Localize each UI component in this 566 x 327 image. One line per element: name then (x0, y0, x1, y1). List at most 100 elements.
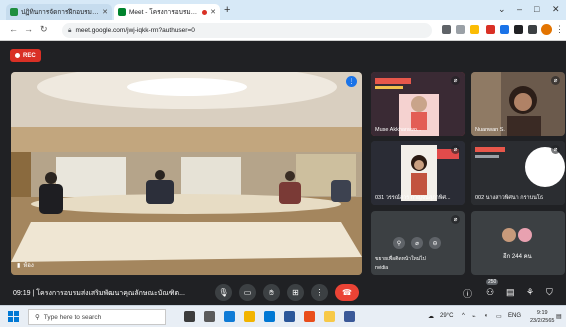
host-controls-icon[interactable]: ⛉ (546, 287, 553, 298)
extensions-puzzle-icon[interactable] (514, 25, 523, 34)
side-panel-icon[interactable] (528, 25, 537, 34)
participant-tile[interactable]: ⌀ Muse Akkharawo... (371, 72, 465, 136)
info-icon[interactable]: ⓘ (463, 287, 472, 300)
task-view-icon[interactable] (184, 311, 195, 322)
activities-icon[interactable]: ⚘ (526, 287, 534, 298)
pin-icon[interactable]: ⚲ (393, 237, 405, 249)
chat-icon[interactable]: ▤ (506, 287, 515, 298)
minimize-button[interactable]: – (517, 4, 522, 14)
remove-icon[interactable]: ⊖ (429, 237, 441, 249)
participant-tile[interactable]: ⌀ 031 วรรณ์สาร กาญจนสุภาพิศ... (371, 141, 465, 205)
others-tile[interactable]: อีก 244 คน (471, 211, 565, 275)
present-icon[interactable]: ⊞ (287, 284, 304, 301)
participant-name: 002 นางสาวพิศนา กราบนโธ (475, 195, 544, 201)
close-window-button[interactable]: ✕ (552, 4, 560, 15)
muted-mic-icon: ⌀ (451, 145, 460, 154)
battery-icon[interactable]: ▭ (496, 313, 502, 320)
mail-icon[interactable] (264, 311, 275, 322)
more-vert-icon[interactable]: ⋮ (346, 76, 357, 87)
record-icon (15, 53, 20, 58)
tile-controls: ⚲ ⌀ ⊖ (393, 237, 441, 249)
muted-mic-icon: ⌀ (451, 215, 460, 224)
camera-permission-icon[interactable] (442, 25, 451, 34)
meeting-time: 09:19 (13, 290, 31, 297)
word-icon[interactable] (284, 311, 295, 322)
app-icon[interactable] (344, 311, 355, 322)
pin-icon: ▮ (17, 262, 21, 269)
muted-mic-icon: ⌀ (551, 76, 560, 85)
participant-tile[interactable]: ⌀ 002 นางสาวพิศนา กราบนโธ (471, 141, 565, 205)
muted-mic-icon: ⌀ (451, 76, 460, 85)
mute-icon[interactable]: ⌀ (411, 237, 423, 249)
participant-name: Nuanwan S. (475, 127, 505, 133)
participant-tile[interactable]: ⌀ Nuanwan S. (471, 72, 565, 136)
edge-icon[interactable] (224, 311, 235, 322)
meet-stage: REC ⋮ ▮ ห้อง ⌀ Muse Akkharawo... ⌀ Nuanw… (0, 41, 566, 305)
notification-icon[interactable]: ▤ (556, 313, 562, 320)
meeting-title: โครงการอบรมส่งเสริมพัฒนาคุณลักษณะบัณฑิต.… (36, 290, 185, 297)
close-tab-icon[interactable]: ✕ (210, 8, 216, 16)
forward-button[interactable]: → (24, 24, 33, 34)
tab-title: ปฏิทินการจัดการฝึกอบรมครู (21, 9, 100, 16)
tile-caption: ขยายเพื่อติดหน้าใหม่ไป (375, 256, 426, 262)
back-button[interactable]: ← (9, 24, 18, 34)
people-count-badge: 250 (486, 279, 499, 285)
tab-title: Meet - โครงการอบรมส่งเสริมพั (129, 9, 199, 16)
browser-menu-icon[interactable]: ⋮ (555, 24, 564, 35)
share-icon[interactable] (456, 25, 465, 34)
people-icon[interactable]: ⚇ (486, 287, 494, 298)
more-icon[interactable]: ⋮ (311, 284, 328, 301)
search-icon: ⚲ (35, 314, 40, 321)
hover-participant-tile[interactable]: ⌀ ⚲ ⌀ ⊖ ขยายเพื่อติดหน้าใหม่ไป nvidia (371, 211, 465, 275)
taskbar-search-box[interactable]: ⚲ Type here to search (28, 309, 166, 325)
extension-icon[interactable] (486, 25, 495, 34)
main-video-tile[interactable]: ⋮ ▮ ห้อง (11, 72, 362, 275)
mic-icon[interactable]: 🎙︎ (215, 284, 232, 301)
address-bar[interactable]: 🔒︎ meet.google.com/jwj-iqkk-rrn?authuser… (62, 23, 432, 38)
profile-avatar[interactable] (541, 24, 552, 35)
chrome-icon[interactable] (304, 311, 315, 322)
maximize-button[interactable]: □ (534, 4, 539, 14)
main-tile-label: ▮ ห้อง (17, 260, 34, 270)
windows-taskbar: ⚲ Type here to search ☁︎ 29°C ^ ⌁ ◖ ▭ EN… (0, 305, 566, 327)
bookmark-star-icon[interactable] (470, 25, 479, 34)
raise-hand-icon[interactable]: ✋︎ (263, 284, 280, 301)
tray-chevron-icon[interactable]: ^ (462, 313, 465, 319)
others-count: อีก 244 คน (503, 254, 532, 260)
meet-favicon-icon (118, 8, 126, 16)
conference-room-video (11, 72, 362, 275)
meeting-info: 09:19 | โครงการอบรมส่งเสริมพัฒนาคุณลักษณ… (13, 288, 185, 299)
recording-dot-icon (202, 9, 208, 15)
browser-tab-calendar[interactable]: ปฏิทินการจัดการฝึกอบรมครู ✕ (6, 4, 112, 20)
clock-date: 23/2/2565 (530, 318, 555, 324)
app-icon[interactable] (324, 311, 335, 322)
volume-icon[interactable]: ◖ (484, 313, 488, 319)
browser-tab-meet[interactable]: Meet - โครงการอบรมส่งเสริมพั ✕ (114, 4, 220, 20)
new-tab-button[interactable]: + (224, 4, 230, 16)
windows-start-icon[interactable] (8, 311, 19, 322)
reload-button[interactable]: ↻ (40, 24, 48, 35)
file-explorer-icon[interactable] (244, 311, 255, 322)
extension-icon[interactable] (500, 25, 509, 34)
muted-mic-icon: ⌀ (551, 145, 560, 154)
language-indicator[interactable]: ENG (508, 313, 521, 319)
network-icon[interactable]: ⌁ (472, 313, 476, 320)
hang-up-icon[interactable]: ☎︎ (335, 284, 359, 301)
screen: ปฏิทินการจัดการฝึกอบรมครู ✕ Meet - โครงก… (0, 0, 566, 327)
browser-tabstrip: ปฏิทินการจัดการฝึกอบรมครู ✕ Meet - โครงก… (0, 0, 566, 20)
participant-name: 031 วรรณ์สาร กาญจนสุภาพิศ... (375, 195, 451, 201)
tab-search-icon[interactable]: ⌄ (498, 4, 506, 15)
camera-icon[interactable]: ▭ (239, 284, 256, 301)
taskbar-clock[interactable]: 9:19 23/2/2565 (530, 309, 554, 325)
others-avatars (502, 228, 532, 242)
sheets-favicon-icon (10, 8, 18, 16)
recording-indicator[interactable]: REC (10, 49, 41, 62)
widgets-icon[interactable] (204, 311, 215, 322)
meeting-controls-bar: 09:19 | โครงการอบรมส่งเสริมพัฒนาคุณลักษณ… (0, 279, 566, 305)
main-tile-name: ห้อง (23, 263, 34, 269)
close-tab-icon[interactable]: ✕ (102, 8, 108, 16)
url-text: meet.google.com/jwj-iqkk-rrn?authuser=0 (75, 27, 195, 34)
participant-name: Muse Akkharawo... (375, 127, 422, 133)
lock-icon: 🔒︎ (68, 26, 72, 34)
weather-icon[interactable]: ☁︎ (428, 313, 434, 320)
